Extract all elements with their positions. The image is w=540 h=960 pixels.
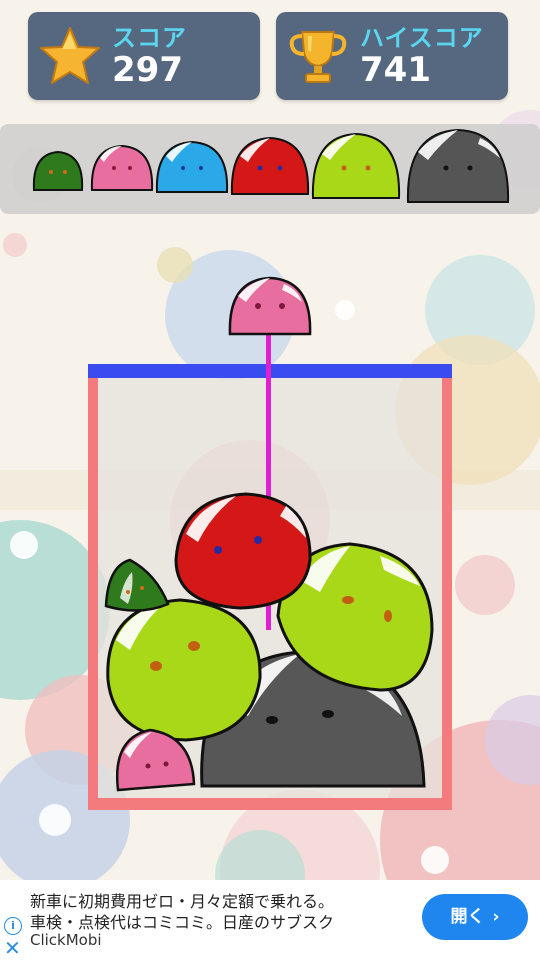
- ad-brand: ClickMobi: [30, 931, 102, 949]
- ad-banner[interactable]: 新車に初期費用ゼロ・月々定額で乗れる。 車検・点検代はコミコミ。日産のサブスク …: [0, 880, 540, 960]
- close-icon[interactable]: ✕: [4, 938, 21, 958]
- play-area[interactable]: [0, 0, 540, 880]
- chevron-right-icon: ›: [492, 907, 500, 927]
- container-right-wall: [442, 376, 452, 810]
- blob-red: [174, 492, 312, 610]
- ad-text-line2: 車検・点検代はコミコミ。日産のサブスク: [30, 913, 335, 932]
- next-blob-pink[interactable]: [228, 276, 312, 336]
- blob-lime-left: [106, 598, 262, 742]
- container-left-wall: [88, 376, 98, 810]
- ad-open-label: 開く: [450, 907, 485, 927]
- ad-open-button[interactable]: 開く ›: [422, 894, 528, 940]
- container-floor: [88, 798, 452, 810]
- info-icon[interactable]: i: [4, 917, 22, 935]
